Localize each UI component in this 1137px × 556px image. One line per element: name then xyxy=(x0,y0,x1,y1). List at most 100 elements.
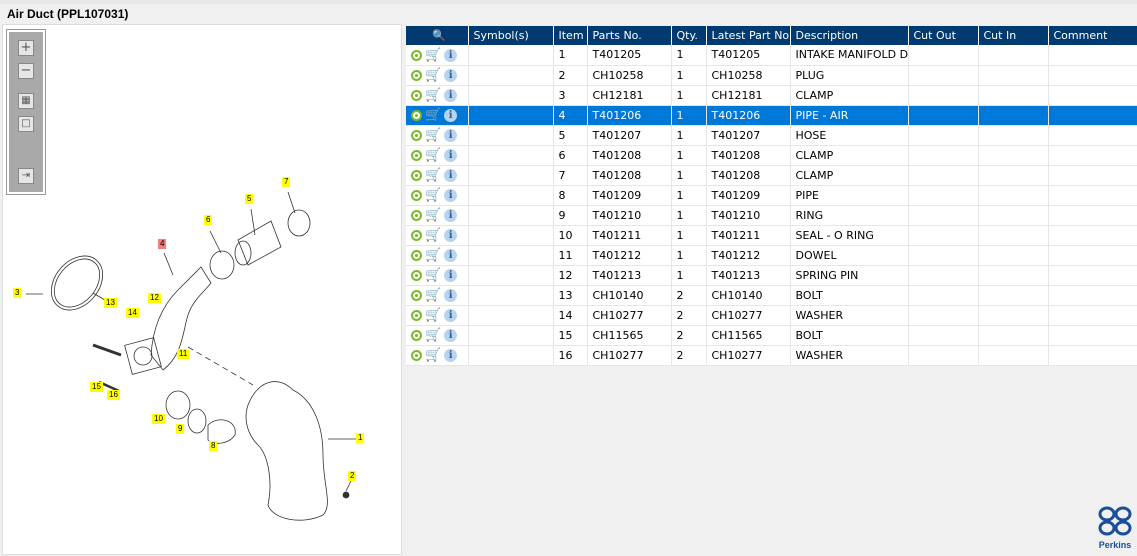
callout-11[interactable]: 11 xyxy=(177,349,190,359)
cart-icon[interactable]: 🛒 xyxy=(425,109,441,122)
cart-icon[interactable]: 🛒 xyxy=(425,49,441,62)
info-icon[interactable]: i xyxy=(444,148,458,162)
cart-icon[interactable]: 🛒 xyxy=(425,129,441,142)
callout-10[interactable]: 10 xyxy=(152,414,165,424)
table-row[interactable]: 🛒 i 7 T401208 1 T401208 CLAMP xyxy=(406,165,1137,186)
parts-diagram[interactable]: + − ▦ □ ⇥ 3 13 14 12 4 6 5 7 11 15 16 10… xyxy=(2,24,402,555)
callout-5[interactable]: 5 xyxy=(245,194,254,204)
header-description[interactable]: Description xyxy=(790,26,909,45)
gear-icon[interactable] xyxy=(411,289,422,301)
table-row[interactable]: 🛒 i 3 CH12181 1 CH12181 CLAMP xyxy=(406,85,1137,106)
table-row[interactable]: 🛒 i 12 T401213 1 T401213 SPRING PIN xyxy=(406,265,1137,286)
symbols-cell xyxy=(468,165,554,186)
info-icon[interactable]: i xyxy=(444,308,458,322)
gear-icon[interactable] xyxy=(411,169,422,181)
info-icon[interactable]: i xyxy=(444,88,458,102)
header-latest-part-no[interactable]: Latest Part No. xyxy=(706,26,791,45)
gear-icon[interactable] xyxy=(411,209,422,221)
header-qty[interactable]: Qty. xyxy=(671,26,707,45)
table-row[interactable]: 🛒 i 6 T401208 1 T401208 CLAMP xyxy=(406,145,1137,166)
qty-cell: 1 xyxy=(671,125,707,146)
cart-icon[interactable]: 🛒 xyxy=(425,209,441,222)
header-symbols[interactable]: Symbol(s) xyxy=(468,26,554,45)
description-cell: BOLT xyxy=(790,325,909,346)
header-item[interactable]: Item xyxy=(553,26,588,45)
info-icon[interactable]: i xyxy=(444,188,458,202)
cut-out-cell xyxy=(908,85,979,106)
callout-12[interactable]: 12 xyxy=(148,293,161,303)
callout-4[interactable]: 4 xyxy=(158,239,167,249)
parts-no-cell: T401209 xyxy=(587,185,672,206)
gear-icon[interactable] xyxy=(411,309,422,321)
gear-icon[interactable] xyxy=(411,329,422,341)
table-row[interactable]: 🛒 i 2 CH10258 1 CH10258 PLUG xyxy=(406,65,1137,86)
item-cell: 5 xyxy=(553,125,588,146)
table-row[interactable]: 🛒 i 8 T401209 1 T401209 PIPE xyxy=(406,185,1137,206)
info-icon[interactable]: i xyxy=(444,168,458,182)
info-icon[interactable]: i xyxy=(444,348,458,362)
cart-icon[interactable]: 🛒 xyxy=(425,169,441,182)
table-row[interactable]: 🛒 i 14 CH10277 2 CH10277 WASHER xyxy=(406,305,1137,326)
callout-8[interactable]: 8 xyxy=(209,441,218,451)
cart-icon[interactable]: 🛒 xyxy=(425,309,441,322)
cart-icon[interactable]: 🛒 xyxy=(425,249,441,262)
row-actions: 🛒 i xyxy=(406,165,469,186)
table-row[interactable]: 🛒 i 13 CH10140 2 CH10140 BOLT xyxy=(406,285,1137,306)
header-cut-out[interactable]: Cut Out xyxy=(908,26,979,45)
table-row[interactable]: 🛒 i 16 CH10277 2 CH10277 WASHER xyxy=(406,345,1137,366)
info-icon[interactable]: i xyxy=(444,228,458,242)
callout-13[interactable]: 13 xyxy=(104,298,117,308)
callout-6[interactable]: 6 xyxy=(204,215,213,225)
gear-icon[interactable] xyxy=(411,69,422,81)
header-parts-no[interactable]: Parts No. xyxy=(587,26,672,45)
callout-2[interactable]: 2 xyxy=(348,471,357,481)
gear-icon[interactable] xyxy=(411,349,422,361)
table-row[interactable]: 🛒 i 4 T401206 1 T401206 PIPE - AIR xyxy=(406,105,1137,126)
gear-icon[interactable] xyxy=(411,149,422,161)
header-search-icon[interactable]: 🔍 xyxy=(406,26,469,45)
callout-1[interactable]: 1 xyxy=(356,433,365,443)
gear-icon[interactable] xyxy=(411,249,422,261)
cart-icon[interactable]: 🛒 xyxy=(425,329,441,342)
gear-icon[interactable] xyxy=(411,269,422,281)
gear-icon[interactable] xyxy=(411,229,422,241)
gear-icon[interactable] xyxy=(411,89,422,101)
cart-icon[interactable]: 🛒 xyxy=(425,69,441,82)
header-comment[interactable]: Comment xyxy=(1048,26,1137,45)
table-row[interactable]: 🛒 i 10 T401211 1 T401211 SEAL - O RING xyxy=(406,225,1137,246)
cart-icon[interactable]: 🛒 xyxy=(425,289,441,302)
cart-icon[interactable]: 🛒 xyxy=(425,149,441,162)
callout-16[interactable]: 16 xyxy=(107,390,120,400)
gear-icon[interactable] xyxy=(411,49,422,61)
table-row[interactable]: 🛒 i 15 CH11565 2 CH11565 BOLT xyxy=(406,325,1137,346)
info-icon[interactable]: i xyxy=(444,248,458,262)
table-row[interactable]: 🛒 i 5 T401207 1 T401207 HOSE xyxy=(406,125,1137,146)
callout-14[interactable]: 14 xyxy=(126,308,139,318)
info-icon[interactable]: i xyxy=(444,288,458,302)
info-icon[interactable]: i xyxy=(444,108,458,122)
info-icon[interactable]: i xyxy=(444,328,458,342)
callout-7[interactable]: 7 xyxy=(282,177,291,187)
table-row[interactable]: 🛒 i 1 T401205 1 T401205 INTAKE MANIFOLD D… xyxy=(406,45,1137,66)
callout-9[interactable]: 9 xyxy=(176,424,185,434)
symbols-cell xyxy=(468,285,554,306)
header-cut-in[interactable]: Cut In xyxy=(978,26,1049,45)
table-header: 🔍 Symbol(s) Item Parts No. Qty. Latest P… xyxy=(406,26,1137,45)
info-icon[interactable]: i xyxy=(444,68,458,82)
table-row[interactable]: 🛒 i 11 T401212 1 T401212 DOWEL xyxy=(406,245,1137,266)
cart-icon[interactable]: 🛒 xyxy=(425,89,441,102)
info-icon[interactable]: i xyxy=(444,268,458,282)
table-row[interactable]: 🛒 i 9 T401210 1 T401210 RING xyxy=(406,205,1137,226)
callout-15[interactable]: 15 xyxy=(90,382,103,392)
info-icon[interactable]: i xyxy=(444,128,458,142)
gear-icon[interactable] xyxy=(411,129,422,141)
cart-icon[interactable]: 🛒 xyxy=(425,189,441,202)
cart-icon[interactable]: 🛒 xyxy=(425,229,441,242)
cart-icon[interactable]: 🛒 xyxy=(425,349,441,362)
cart-icon[interactable]: 🛒 xyxy=(425,269,441,282)
gear-icon[interactable] xyxy=(411,189,422,201)
gear-icon[interactable] xyxy=(411,109,422,121)
info-icon[interactable]: i xyxy=(444,208,458,222)
callout-3[interactable]: 3 xyxy=(13,288,22,298)
info-icon[interactable]: i xyxy=(444,48,458,62)
